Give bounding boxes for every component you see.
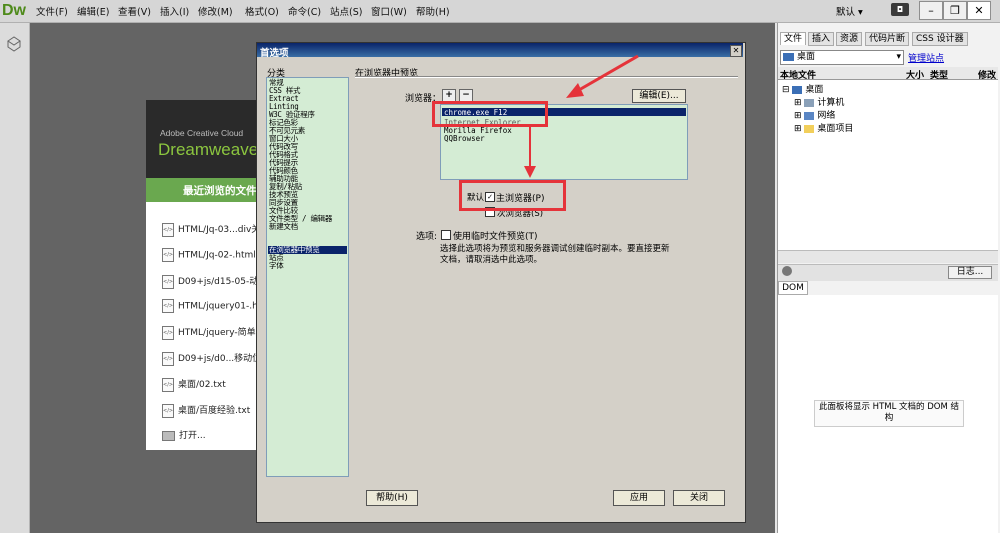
html-file-icon: </> xyxy=(162,222,174,237)
html-file-icon: </> xyxy=(162,325,174,340)
menu-edit[interactable]: 编辑(E) xyxy=(77,4,109,18)
tab-css-designer[interactable]: CSS 设计器 xyxy=(912,32,968,46)
dreamweaver-logo: Dw xyxy=(2,2,26,19)
menu-window[interactable]: 窗口(W) xyxy=(371,4,407,18)
menu-format[interactable]: 格式(O) xyxy=(245,4,279,18)
tab-dom[interactable]: DOM xyxy=(778,281,808,295)
menu-commands[interactable]: 命令(C) xyxy=(288,4,321,18)
recent-file-item[interactable]: </>HTML/jquery01-.html xyxy=(162,299,258,313)
category-list[interactable]: 常规 CSS 样式 Extract Linting W3C 验证程序 标记色彩 … xyxy=(266,77,349,477)
html-file-icon: </> xyxy=(162,274,174,289)
tab-insert[interactable]: 插入 xyxy=(808,32,835,46)
temp-file-checkbox[interactable] xyxy=(441,230,451,240)
browser-item[interactable]: QQBrowser xyxy=(444,134,485,143)
option-description: 文档，请取消选中此选项。 xyxy=(440,255,543,265)
tree-item-desktop-items[interactable]: ⊞ 桌面项目 xyxy=(794,121,853,134)
adobe-cc-label: Adobe Creative Cloud xyxy=(160,128,244,138)
annotation-box-primary xyxy=(459,180,566,211)
section-divider xyxy=(355,76,738,78)
folder-icon xyxy=(804,124,815,133)
tree-item-desktop[interactable]: ⊟ 桌面 xyxy=(782,82,823,95)
workspace-layout-select[interactable]: 默认 ▾ xyxy=(836,4,863,18)
dom-empty-message: 此面板将显示 HTML 文档的 DOM 结构 xyxy=(814,400,964,427)
menu-help[interactable]: 帮助(H) xyxy=(416,4,450,18)
tab-snippets[interactable]: 代码片断 xyxy=(865,32,910,46)
tree-item-computer[interactable]: ⊞ 计算机 xyxy=(794,95,844,108)
category-item[interactable]: 新建文档 xyxy=(269,223,298,231)
dialog-close-icon[interactable]: ✕ xyxy=(730,45,742,57)
manage-sites-link[interactable]: 管理站点 xyxy=(908,51,944,64)
close-button[interactable]: 关闭 xyxy=(673,490,725,506)
recent-file-item[interactable]: </>HTML/Jq-03...div关注 xyxy=(162,222,258,237)
desktop-icon xyxy=(792,85,803,94)
recent-file-item[interactable]: </> HTML/jquery-简单用 xyxy=(162,325,258,340)
recent-file-item[interactable]: </> 桌面/百度经验.txt xyxy=(162,403,258,418)
tools-strip xyxy=(0,23,30,533)
desktop-icon xyxy=(783,52,794,61)
dialog-title: 首选项 xyxy=(260,48,289,59)
site-select[interactable]: 桌面 ▾ xyxy=(780,50,904,65)
html-file-icon: </> xyxy=(162,248,174,262)
menu-insert[interactable]: 插入(I) xyxy=(160,4,189,18)
restore-button[interactable]: ❐ xyxy=(943,1,967,20)
log-button[interactable]: 日志... xyxy=(948,266,992,279)
text-file-icon: </> xyxy=(162,377,174,392)
recent-file-item[interactable]: </> HTML/Jq-02-.html xyxy=(162,248,258,262)
horizontal-scrollbar[interactable] xyxy=(778,250,998,263)
help-button[interactable]: 帮助(H) xyxy=(366,490,418,506)
computer-icon xyxy=(804,98,815,107)
insert-panel-icon[interactable] xyxy=(0,33,29,73)
edit-browser-button[interactable]: 编辑(E)... xyxy=(632,89,686,103)
network-icon xyxy=(804,111,815,120)
category-item[interactable]: 字体 xyxy=(269,262,284,270)
options-label: 选项: xyxy=(416,232,438,242)
chevron-down-icon: ▾ xyxy=(896,52,901,62)
minimize-button[interactable]: – xyxy=(919,1,943,20)
menu-site[interactable]: 站点(S) xyxy=(330,4,362,18)
close-window-button[interactable]: ✕ xyxy=(967,1,991,20)
recent-file-item[interactable]: </>D09+js/d15-05-动画 xyxy=(162,274,258,289)
recent-files-title: 最近浏览的文件 xyxy=(183,185,257,197)
tab-files[interactable]: 文件 xyxy=(780,32,807,45)
annotation-box-browser xyxy=(432,101,548,127)
folder-icon xyxy=(162,430,175,441)
html-file-icon: </> xyxy=(162,299,174,313)
tree-item-network[interactable]: ⊞ 网络 xyxy=(794,108,835,121)
menu-modify[interactable]: 修改(M) xyxy=(198,4,233,18)
tab-assets[interactable]: 资源 xyxy=(836,32,863,46)
open-file-link[interactable]: 打开... xyxy=(162,428,258,441)
menu-file[interactable]: 文件(F) xyxy=(36,4,68,18)
connect-icon[interactable] xyxy=(782,266,792,276)
text-file-icon: </> xyxy=(162,403,174,418)
dialog-title-bar[interactable] xyxy=(257,43,743,57)
welcome-header xyxy=(146,100,258,178)
menu-view[interactable]: 查看(V) xyxy=(118,4,151,18)
apply-button[interactable]: 应用 xyxy=(613,490,665,506)
html-file-icon: </> xyxy=(162,351,174,366)
sync-settings-icon[interactable]: ◘ xyxy=(891,3,909,16)
temp-file-label: 使用临时文件预览(T) xyxy=(453,232,538,242)
recent-file-item[interactable]: </> 桌面/02.txt xyxy=(162,377,258,392)
product-name: Dreamweaver xyxy=(158,140,264,159)
recent-file-item[interactable]: </>D09+js/d0...移动位置 xyxy=(162,351,258,366)
